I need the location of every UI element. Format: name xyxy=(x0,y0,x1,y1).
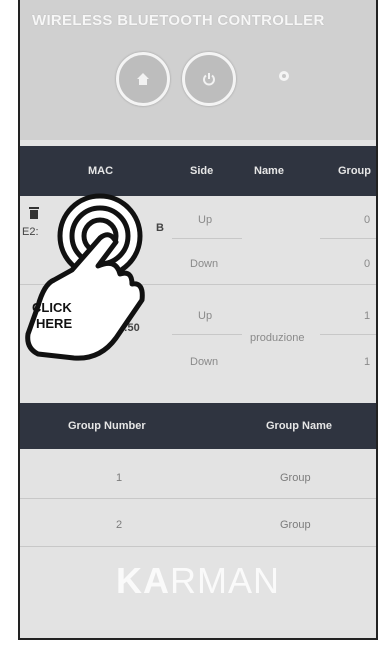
device-name[interactable]: produzione xyxy=(250,332,304,344)
group-value: 0 xyxy=(364,214,371,226)
row-divider xyxy=(20,546,376,547)
app-frame: WIRELESS BLUETOOTH CONTROLLER MAC Side N… xyxy=(18,0,378,640)
click-text: CLICK xyxy=(32,300,72,315)
column-group-number: Group Number xyxy=(68,420,146,432)
home-button[interactable] xyxy=(116,52,170,106)
side-down[interactable]: Down xyxy=(190,258,218,270)
side-down[interactable]: Down xyxy=(190,356,218,368)
row-divider xyxy=(20,498,376,499)
power-button[interactable] xyxy=(182,52,236,106)
group-name: Group xyxy=(280,472,311,484)
table-row[interactable]: 1 Group xyxy=(20,453,376,503)
divider xyxy=(172,238,242,239)
column-group-name: Group Name xyxy=(266,420,333,432)
app-title: WIRELESS BLUETOOTH CONTROLLER xyxy=(32,12,325,29)
hand-pointer-icon: CLICK HERE xyxy=(25,193,145,361)
group-value: 0 xyxy=(364,258,371,270)
divider xyxy=(172,334,242,335)
divider xyxy=(320,334,376,335)
table-row[interactable]: 2 Group xyxy=(20,500,376,550)
side-up[interactable]: Up xyxy=(198,310,212,322)
side-up[interactable]: Up xyxy=(198,214,212,226)
group-name: Group xyxy=(280,519,311,531)
power-icon xyxy=(203,73,215,86)
group-value: 1 xyxy=(364,310,371,322)
brand-logo: KARMAN xyxy=(116,560,280,601)
divider xyxy=(320,238,376,239)
group-number: 2 xyxy=(116,519,123,531)
group-number: 1 xyxy=(116,472,123,484)
group-value: 1 xyxy=(364,356,371,368)
app-header: WIRELESS BLUETOOTH CONTROLLER xyxy=(20,0,376,140)
column-side: Side xyxy=(190,165,214,177)
click-text: HERE xyxy=(36,316,72,331)
column-name: Name xyxy=(254,165,284,177)
gear-icon[interactable] xyxy=(278,70,290,82)
home-icon xyxy=(137,73,149,85)
group-table-header: Group Number Group Name xyxy=(20,403,376,449)
column-group: Group xyxy=(338,165,371,177)
